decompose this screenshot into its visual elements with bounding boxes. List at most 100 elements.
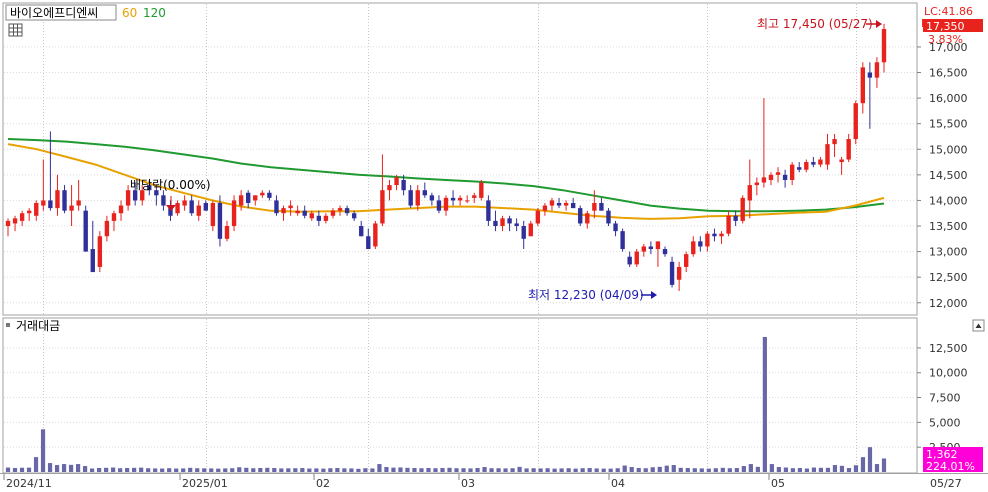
candle-body: [627, 256, 632, 265]
volume-bar: [118, 468, 123, 472]
volume-bar: [342, 468, 347, 472]
volume-bar: [244, 467, 249, 472]
volume-bar: [40, 429, 46, 472]
volume-bar: [720, 467, 725, 472]
volume-bar: [412, 468, 417, 472]
candle-body: [457, 197, 463, 201]
price-tick-label: 15,000: [929, 143, 968, 156]
volume-bar: [167, 468, 172, 472]
collapse-panel-icon[interactable]: [972, 319, 985, 332]
candle-body: [175, 202, 180, 214]
current-price: 17,350: [926, 20, 965, 33]
volume-bar: [503, 468, 508, 472]
candle-body: [578, 208, 583, 224]
candle-body: [563, 202, 569, 206]
candle-body: [401, 179, 406, 191]
volume-bar: [398, 467, 403, 472]
candle-body: [5, 220, 11, 227]
candle-body: [260, 192, 265, 196]
volume-bar: [209, 468, 214, 472]
candle-body: [825, 144, 830, 165]
volume-bar: [433, 468, 438, 472]
candle-body: [373, 223, 378, 247]
volume-bar: [573, 468, 578, 472]
volume-bar: [5, 467, 11, 472]
candle-body: [818, 159, 823, 165]
price-tick-label: 13,500: [929, 220, 968, 233]
candle-body: [676, 266, 682, 280]
candle-body: [669, 261, 675, 285]
volume-bar: [97, 468, 102, 472]
volume-bar: [482, 467, 487, 472]
volume-bar: [160, 468, 165, 472]
candle-body: [662, 249, 668, 255]
candle-body: [839, 159, 844, 163]
volume-bar: [468, 468, 473, 472]
volume-bar: [825, 467, 831, 472]
candle-body: [90, 249, 95, 273]
candle-body: [295, 210, 300, 214]
volume-panel-frame: [2, 317, 918, 474]
stock-chart[interactable]: 바이오에프디엔씨 60 120 LC:41.86 H 17,350 3.83% …: [0, 0, 988, 492]
price-tick-label: 13,000: [929, 246, 968, 259]
candle-body: [592, 202, 597, 211]
candle-body: [768, 174, 774, 180]
candle-body: [747, 185, 752, 201]
volume-bar: [566, 468, 571, 472]
candle-body: [648, 246, 654, 250]
candle-body: [380, 190, 385, 224]
volume-bar: [426, 468, 431, 472]
lc-label: LC:41.86: [924, 5, 973, 18]
stock-name: 바이오에프디엔씨: [10, 6, 98, 20]
candle-body: [479, 182, 484, 198]
volume-bar: [188, 467, 193, 472]
high-annotation: 최고 17,450 (05/27): [757, 17, 873, 31]
candle-body: [493, 220, 498, 227]
candle-body: [387, 185, 392, 191]
volume-bar: [538, 468, 543, 472]
volume-bar: [89, 468, 95, 472]
candle-body: [217, 202, 223, 239]
volume-bar: [839, 465, 845, 472]
candle-body: [76, 200, 81, 206]
candle-body: [507, 218, 512, 224]
volume-bar: [804, 468, 810, 472]
candle-body: [429, 195, 435, 201]
volume-tick-label: 12,500: [929, 342, 968, 355]
x-axis-label: 03: [461, 477, 475, 490]
ma120-legend: 120: [143, 6, 166, 20]
volume-bar: [706, 468, 711, 472]
volume-bar: [671, 465, 676, 472]
x-axis-label: 2025/01: [182, 477, 228, 490]
candle-body: [797, 167, 802, 170]
volume-bar: [363, 468, 368, 472]
candle-body: [288, 205, 293, 209]
candle-body: [161, 195, 166, 206]
candle-body: [344, 208, 350, 214]
candle-body: [613, 223, 618, 232]
volume-bar: [867, 447, 873, 472]
volume-bar: [797, 468, 803, 472]
volume-bar: [755, 466, 760, 472]
candle-body: [514, 223, 519, 227]
candle-body: [811, 162, 816, 165]
candle-body: [698, 241, 703, 247]
candle-body: [83, 210, 88, 252]
volume-axis-ticks: 12,50010,0007,5005,0002,500: [917, 342, 968, 454]
candle-body: [408, 190, 413, 206]
volume-bar: [68, 464, 74, 472]
volume-bar: [265, 467, 270, 472]
volume-bar: [307, 468, 312, 472]
volume-bar: [33, 457, 39, 472]
candle-body: [874, 62, 880, 78]
volume-bar: [335, 468, 340, 472]
volume-bar: [447, 467, 452, 472]
volume-bar: [601, 468, 606, 472]
candle-body: [231, 200, 237, 227]
candle-body: [472, 195, 477, 198]
volume-bar: [314, 468, 319, 472]
volume-bar: [678, 467, 683, 472]
volume-bar: [195, 468, 200, 472]
table-icon[interactable]: [8, 23, 23, 37]
volume-bar: [216, 468, 221, 472]
